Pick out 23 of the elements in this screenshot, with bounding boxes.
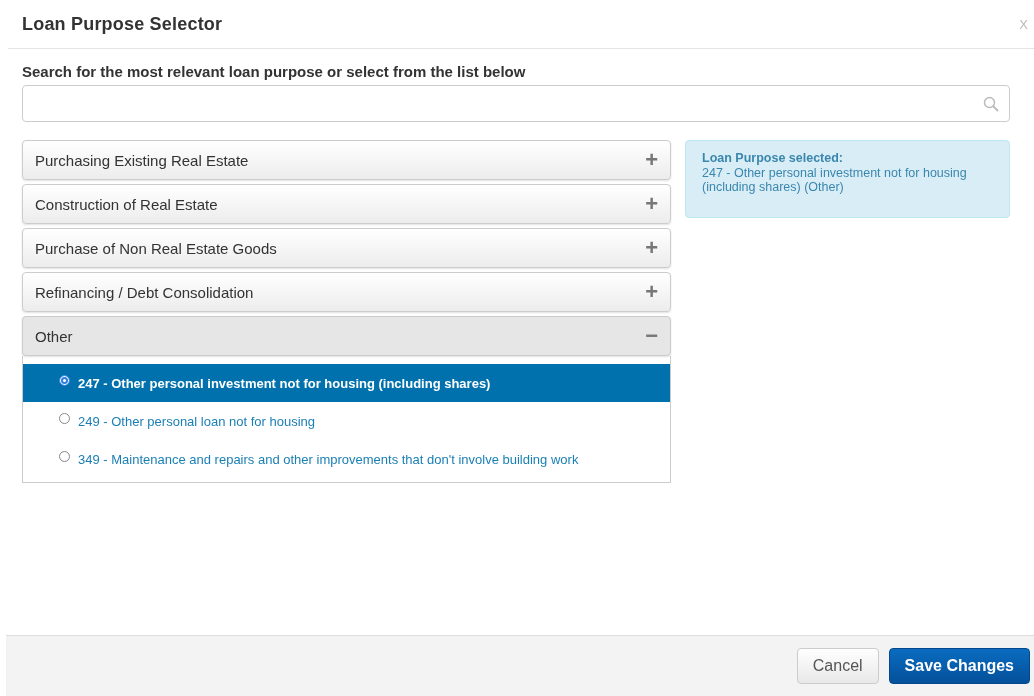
plus-icon: + xyxy=(645,149,658,171)
plus-icon: + xyxy=(645,237,658,259)
category-header[interactable]: Other − xyxy=(22,316,671,356)
selection-value: 247 - Other personal investment not for housing (including shares) (Other) xyxy=(702,166,968,195)
radio-button[interactable] xyxy=(59,412,70,424)
dialog-title: Loan Purpose Selector xyxy=(22,13,223,35)
selection-heading: Loan Purpose selected: xyxy=(702,151,844,165)
cancel-button[interactable]: Cancel xyxy=(796,648,879,684)
minus-icon: − xyxy=(645,325,658,347)
plus-icon: + xyxy=(645,281,658,303)
category-header[interactable]: Purchasing Existing Real Estate + xyxy=(22,140,671,180)
category-header[interactable]: Construction of Real Estate + xyxy=(22,184,671,224)
radio-button[interactable] xyxy=(59,450,70,462)
purpose-option[interactable]: 247 - Other personal investment not for housing (including shares) xyxy=(23,364,670,402)
category-header[interactable]: Purchase of Non Real Estate Goods + xyxy=(22,228,671,268)
search-icon xyxy=(983,95,999,112)
purpose-option[interactable]: 349 - Maintenance and repairs and other improvements that don't involve building work xyxy=(23,440,670,478)
category-header[interactable]: Refinancing / Debt Consolidation + xyxy=(22,272,671,312)
purpose-option[interactable]: 249 - Other personal loan not for housing xyxy=(23,402,670,440)
search-field[interactable] xyxy=(22,85,1010,122)
plus-icon: + xyxy=(645,193,658,215)
search-label: Search for the most relevant loan purpose or select from the list below xyxy=(22,63,527,80)
save-button[interactable]: Save Changes xyxy=(888,648,1030,684)
